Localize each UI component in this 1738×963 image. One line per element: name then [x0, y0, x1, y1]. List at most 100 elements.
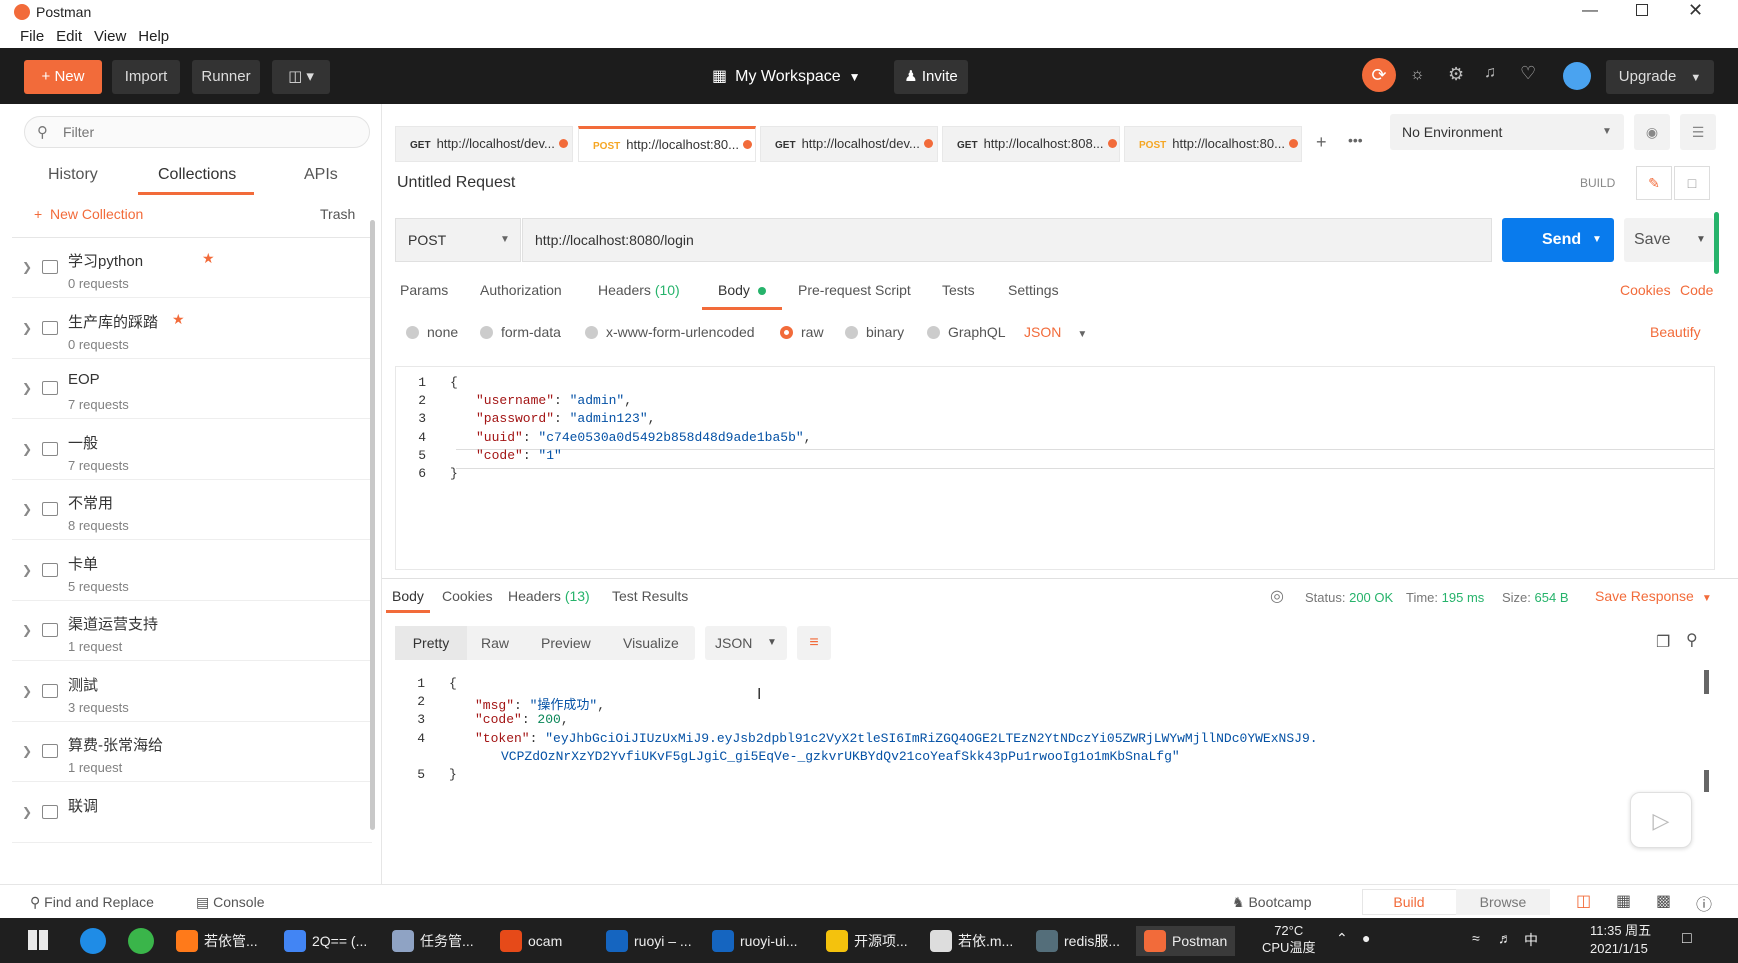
- view-preview[interactable]: Preview: [541, 635, 591, 651]
- tab-authorization[interactable]: Authorization: [480, 282, 562, 298]
- response-format-select[interactable]: JSON ▼: [705, 626, 787, 660]
- chevron-right-icon[interactable]: ❯: [22, 563, 32, 577]
- avatar[interactable]: [1563, 62, 1591, 90]
- network-icon[interactable]: ≈: [1472, 930, 1480, 946]
- response-scrollbar[interactable]: [1704, 670, 1709, 694]
- tab-history[interactable]: History: [48, 166, 98, 184]
- radio-form-data[interactable]: form-data: [480, 324, 561, 340]
- taskbar-app[interactable]: ocam: [500, 926, 562, 956]
- satellite-icon[interactable]: ☼: [1410, 66, 1425, 84]
- radio-raw[interactable]: raw: [780, 324, 824, 340]
- code-link[interactable]: Code: [1680, 282, 1713, 298]
- volume-icon[interactable]: ♬: [1498, 930, 1512, 946]
- help-icon[interactable]: ⓘ: [1696, 891, 1712, 915]
- response-body-viewer[interactable]: 1 {2 "msg": "操作成功", 3 "code": 200, 4 "token": …: [395, 668, 1715, 878]
- tab-pre-request-script[interactable]: Pre-request Script: [798, 282, 911, 298]
- comments-icon[interactable]: □: [1674, 166, 1710, 200]
- chevron-right-icon[interactable]: ❯: [22, 442, 32, 456]
- ime-indicator[interactable]: 中: [1524, 930, 1538, 950]
- resp-tab-test-results[interactable]: Test Results: [612, 588, 688, 604]
- tab-settings[interactable]: Settings: [1008, 282, 1059, 298]
- upgrade-button[interactable]: Upgrade ▼: [1606, 60, 1714, 94]
- bootcamp-button[interactable]: ♞ Bootcamp: [1232, 894, 1312, 911]
- taskbar-app[interactable]: Postman: [1136, 926, 1236, 956]
- collection-item[interactable]: ❯ 渠道运营支持 1 request: [12, 601, 372, 661]
- new-window-button[interactable]: ◫ ▾: [272, 60, 330, 94]
- request-tab[interactable]: GET http://localhost:808...: [942, 126, 1120, 162]
- runner-button[interactable]: Runner: [192, 60, 260, 94]
- request-body-editor[interactable]: 1 {2 "username": "admin", 3 "password": "adm…: [395, 366, 1715, 570]
- import-button[interactable]: Import: [112, 60, 180, 94]
- clock[interactable]: 11:35 周五 2021/1/15: [1590, 922, 1651, 958]
- view-raw[interactable]: Raw: [481, 635, 509, 651]
- taskbar-app[interactable]: ruoyi-ui...: [712, 926, 798, 956]
- tab-body[interactable]: Body: [718, 282, 766, 298]
- response-scrollbar-thumb[interactable]: [1704, 770, 1709, 792]
- keyboard-icon[interactable]: ▩: [1656, 891, 1671, 911]
- env-settings-icon[interactable]: ☰: [1680, 114, 1716, 150]
- heart-icon[interactable]: ♡: [1520, 63, 1536, 84]
- collection-item[interactable]: ❯ 一般 7 requests: [12, 420, 372, 480]
- chevron-right-icon[interactable]: ❯: [22, 381, 32, 395]
- add-tab-icon[interactable]: +: [1316, 132, 1327, 153]
- mic-icon[interactable]: ●: [1362, 930, 1370, 946]
- collection-item[interactable]: ❯ 生产库的踩踏 ★ 0 requests: [12, 299, 372, 359]
- taskbar-app[interactable]: 若依管...: [176, 926, 258, 956]
- taskbar-app[interactable]: ruoyi – ...: [606, 926, 692, 956]
- minimize-icon[interactable]: —: [1582, 2, 1598, 20]
- find-replace-button[interactable]: ⚲ Find and Replace: [30, 894, 154, 911]
- edit-icon[interactable]: ✎: [1636, 166, 1672, 200]
- menu-help[interactable]: Help: [132, 24, 175, 49]
- two-pane-icon[interactable]: ◫: [1576, 891, 1591, 911]
- chevron-right-icon[interactable]: ❯: [22, 321, 32, 335]
- browser-360-icon[interactable]: [128, 928, 154, 954]
- taskbar-app[interactable]: 任务管...: [392, 926, 474, 956]
- request-tab[interactable]: POST http://localhost:80...: [578, 126, 756, 162]
- browse-mode-button[interactable]: Browse: [1456, 889, 1550, 915]
- video-play-icon[interactable]: ▷: [1630, 792, 1692, 848]
- tab-apis[interactable]: APIs: [304, 166, 338, 184]
- copy-icon[interactable]: ❐: [1656, 632, 1670, 652]
- restore-icon[interactable]: [1636, 4, 1648, 16]
- more-tabs-icon[interactable]: •••: [1348, 132, 1363, 148]
- request-name[interactable]: Untitled Request: [397, 174, 515, 192]
- radio-graphql[interactable]: GraphQL: [927, 324, 1006, 340]
- environment-select[interactable]: No Environment ▼: [1390, 114, 1624, 150]
- tab-tests[interactable]: Tests: [942, 282, 975, 298]
- workspace-selector[interactable]: ▦ My Workspace ▼: [712, 60, 861, 94]
- new-collection-button[interactable]: + New Collection: [34, 206, 143, 222]
- request-tab[interactable]: GET http://localhost/dev...: [395, 126, 573, 162]
- wrap-lines-icon[interactable]: ≡: [797, 626, 831, 660]
- taskbar-app[interactable]: 开源项...: [826, 926, 908, 956]
- cookies-link[interactable]: Cookies: [1620, 282, 1671, 298]
- collection-item[interactable]: ❯ EOP 7 requests: [12, 359, 372, 419]
- collection-item[interactable]: ❯ 算费-张常海给 1 request: [12, 722, 372, 782]
- method-select[interactable]: POST ▼: [395, 218, 521, 262]
- tab-headers[interactable]: Headers (10): [598, 282, 680, 298]
- tab-collections[interactable]: Collections: [158, 166, 236, 184]
- eye-icon[interactable]: ◉: [1634, 114, 1670, 150]
- chevron-right-icon[interactable]: ❯: [22, 744, 32, 758]
- collection-item[interactable]: ❯ 不常用 8 requests: [12, 480, 372, 540]
- layout-icon[interactable]: ▦: [1616, 891, 1631, 911]
- tab-params[interactable]: Params: [400, 282, 448, 298]
- resp-tab-body[interactable]: Body: [392, 588, 424, 604]
- settings-icon[interactable]: ⚙: [1448, 64, 1464, 85]
- radio-none[interactable]: none: [406, 324, 458, 340]
- chevron-right-icon[interactable]: ❯: [22, 502, 32, 516]
- search-icon[interactable]: ⚲: [1686, 630, 1698, 650]
- view-visualize[interactable]: Visualize: [623, 635, 679, 651]
- taskbar-app[interactable]: 若依.m...: [930, 926, 1013, 956]
- view-pretty[interactable]: Pretty: [395, 626, 467, 660]
- filter-box[interactable]: ⚲: [24, 116, 370, 148]
- menu-view[interactable]: View: [88, 24, 132, 49]
- request-tab[interactable]: GET http://localhost/dev...: [760, 126, 938, 162]
- menu-edit[interactable]: Edit: [50, 24, 88, 49]
- filter-input[interactable]: [63, 121, 353, 143]
- notification-center-icon[interactable]: □: [1682, 930, 1692, 948]
- collection-item[interactable]: ❯ 学习python ★ 0 requests: [12, 238, 372, 298]
- send-button[interactable]: Send ▼: [1502, 218, 1614, 262]
- tray-arrow-icon[interactable]: ⌃: [1336, 930, 1348, 947]
- chevron-right-icon[interactable]: ❯: [22, 805, 32, 819]
- collection-item[interactable]: ❯ 联调: [12, 783, 372, 843]
